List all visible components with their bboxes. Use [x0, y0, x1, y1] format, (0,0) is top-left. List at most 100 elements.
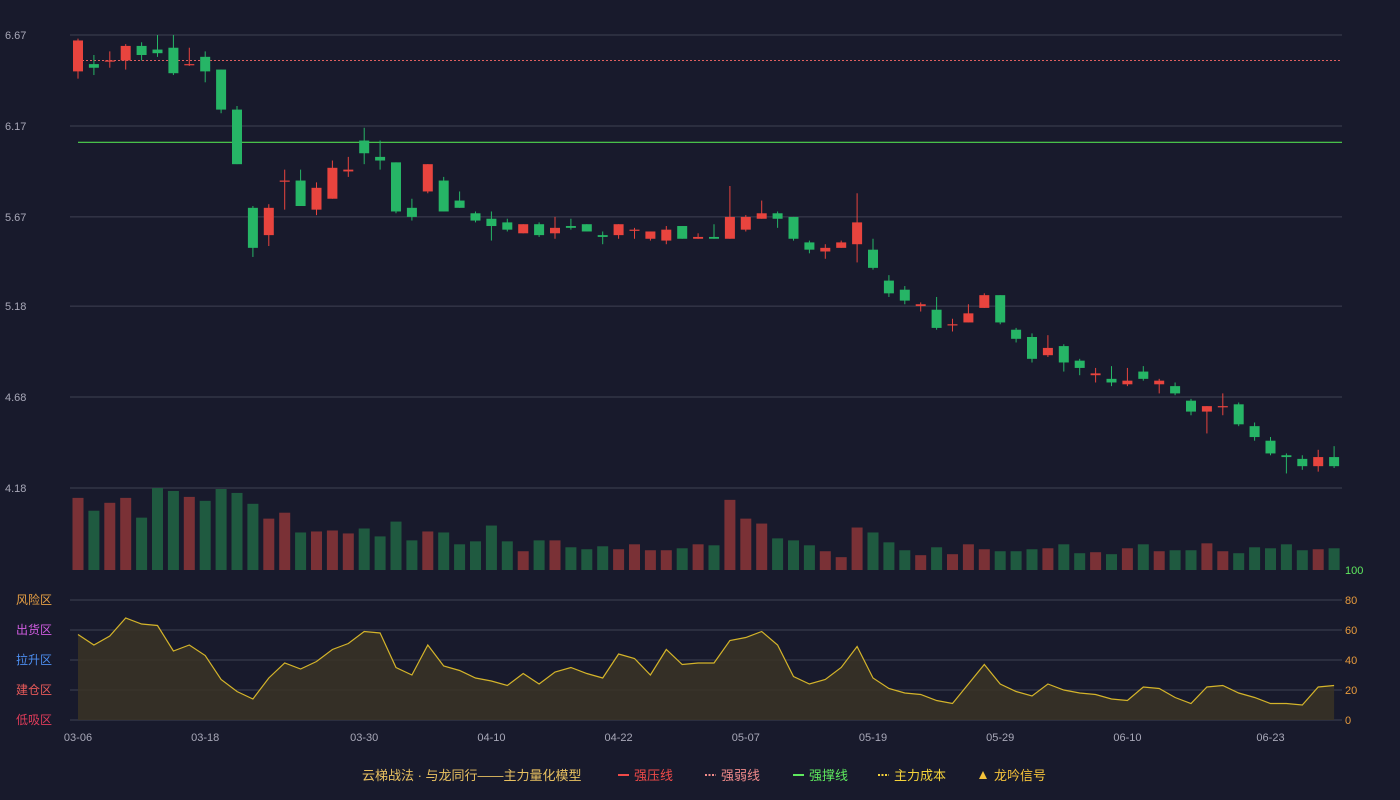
volume-bar: [1090, 552, 1102, 570]
volume-bar: [136, 517, 148, 570]
candle-body: [232, 109, 242, 165]
volume-bar: [788, 540, 799, 570]
volume-bar: [1058, 544, 1070, 570]
candle-body: [852, 222, 863, 245]
candle-body: [1122, 380, 1133, 385]
volume-bar: [1249, 547, 1261, 570]
candle-body: [136, 45, 147, 56]
zone-label: 建仓区: [16, 683, 52, 697]
volume-bar: [247, 503, 259, 570]
volume-bar: [1121, 548, 1133, 570]
candle-body: [1313, 457, 1324, 467]
candle-body: [677, 226, 688, 239]
volume-bar: [867, 532, 879, 570]
volume-bar: [1026, 549, 1038, 570]
candle-body: [979, 295, 990, 308]
candle-body: [184, 64, 195, 66]
candle-body: [343, 169, 354, 172]
volume-bar: [470, 541, 481, 570]
candle-body: [1042, 347, 1053, 356]
candle-body: [693, 236, 704, 239]
volume-bar: [994, 551, 1006, 570]
volume-bar: [1153, 551, 1165, 570]
candle-body: [1106, 378, 1117, 383]
volume-bar: [1312, 549, 1324, 570]
volume-bar: [676, 548, 688, 570]
volume-bar: [215, 488, 227, 570]
candle-body: [1201, 406, 1212, 412]
candle-body: [502, 222, 513, 230]
candle-body: [661, 229, 672, 241]
candle-body: [868, 249, 878, 268]
volume-bar: [358, 528, 370, 570]
candle-body: [327, 167, 338, 199]
volume-bar: [342, 533, 354, 570]
legend-item-label: 强压线: [634, 768, 673, 783]
candle-body: [724, 216, 735, 239]
candle-body: [534, 224, 545, 236]
volume-bar: [104, 502, 116, 570]
volume-bar: [835, 557, 847, 570]
date-tick-label: 05-19: [859, 732, 887, 744]
candle-body: [963, 313, 974, 323]
volume-bar: [613, 549, 625, 570]
volume-bar: [947, 554, 958, 570]
oscillator-tick-label: 20: [1345, 685, 1357, 697]
candle-body: [645, 231, 656, 239]
candle-body: [947, 324, 958, 326]
candle-body: [1058, 346, 1069, 363]
volume-bar: [311, 531, 322, 570]
oscillator-tick-label: 40: [1345, 655, 1357, 667]
volume-bar: [1328, 548, 1340, 570]
volume-bar: [724, 499, 736, 570]
volume-bar: [756, 523, 768, 570]
candle-body: [263, 207, 274, 236]
volume-bar: [629, 544, 640, 570]
volume-bar: [962, 544, 974, 570]
legend-model-name: 云梯战法 · 与龙同行——主力量化模型: [362, 768, 582, 783]
volume-bar: [231, 492, 243, 570]
candle-body: [454, 200, 465, 208]
date-tick-label: 04-10: [477, 732, 505, 744]
legend-item-label: 强弱线: [721, 768, 760, 783]
candle-body: [486, 218, 497, 227]
volume-bar: [1169, 550, 1181, 570]
oscillator-tick-label: 0: [1345, 715, 1351, 727]
volume-bar: [152, 488, 163, 570]
date-tick-label: 03-06: [64, 732, 92, 744]
volume-bar: [1217, 551, 1229, 570]
candle-body: [73, 40, 83, 72]
candle-body: [1297, 458, 1308, 467]
candle-body: [1011, 329, 1022, 339]
volume-bar: [660, 550, 672, 570]
zone-label: 拉升区: [16, 652, 52, 667]
volume-bar: [692, 544, 704, 570]
volume-bar: [1042, 548, 1054, 570]
candle-body: [1233, 404, 1244, 425]
date-tick-label: 04-22: [605, 732, 633, 744]
volume-bar: [199, 500, 211, 570]
price-tick-label: 5.67: [5, 212, 26, 224]
volume-bar: [1296, 550, 1308, 570]
candle-body: [740, 216, 751, 230]
volume-bar: [581, 549, 593, 570]
candle-body: [899, 289, 910, 301]
volume-bar: [1280, 544, 1292, 570]
candle-body: [359, 140, 370, 154]
zone-label: 出货区: [16, 622, 52, 637]
volume-bar: [899, 550, 911, 570]
volume-bar: [454, 544, 466, 570]
volume-bar: [740, 518, 752, 570]
candle-body: [613, 224, 624, 236]
candle-body: [295, 180, 306, 207]
candle-body: [247, 207, 258, 248]
candle-body: [581, 224, 592, 232]
date-tick-label: 03-18: [191, 732, 219, 744]
volume-bar: [167, 490, 179, 570]
volume-bar: [597, 546, 609, 570]
volume-bar: [374, 536, 386, 570]
volume-bar: [1106, 554, 1117, 570]
volume-bar: [915, 555, 927, 570]
date-tick-label: 03-30: [350, 732, 378, 744]
candle-body: [438, 180, 449, 212]
